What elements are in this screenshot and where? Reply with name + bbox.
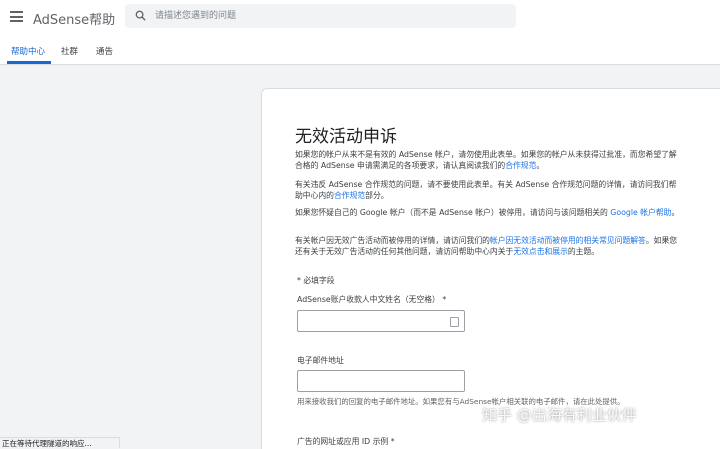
intro-paragraph: 如果您的帐户从来不是有效的 AdSense 帐户，请勿使用此表单。如果您的帐户从… (295, 149, 680, 171)
faq-link[interactable]: 帐户因无效活动而被停用的相关常见问题解答 (490, 236, 646, 245)
tab-bar: 帮助中心 社群 通告 (0, 36, 720, 65)
name-field[interactable] (297, 310, 465, 332)
tab-help-center[interactable]: 帮助中心 (11, 45, 45, 57)
name-input[interactable] (302, 312, 456, 332)
google-account-help-link[interactable]: Google 帐户帮助 (610, 208, 671, 217)
search-input[interactable] (155, 7, 505, 25)
google-account-paragraph: 如果您怀疑自己的 Google 帐户（而不是 AdSense 帐户）被停用，请访… (295, 207, 680, 218)
intro-text-end: 。 (536, 161, 545, 170)
page-title: 无效活动申诉 (295, 127, 397, 147)
required-note: * 必填字段 (297, 276, 335, 285)
search-box[interactable] (125, 4, 516, 28)
url-field-label: 广告的网址或应用 ID 示例 * (297, 437, 395, 446)
email-field[interactable] (297, 370, 465, 392)
top-app-bar: AdSense帮助 (0, 0, 720, 36)
intro-text: 如果您的帐户从来不是有效的 AdSense 帐户，请勿使用此表单。如果您的帐户从… (295, 150, 677, 170)
app-title[interactable]: AdSense帮助 (33, 9, 115, 28)
policy-text-end: 部分。 (365, 191, 389, 200)
browser-status-bar: 正在等待代理隧道的响应... (0, 437, 120, 448)
invalid-clicks-link[interactable]: 无效点击和展示 (513, 247, 568, 256)
policy-link-2[interactable]: 合作规范 (334, 191, 365, 200)
faq-text: 有关帐户因无效广告活动而被停用的详情，请访问我们的 (295, 236, 490, 245)
active-tab-indicator (7, 61, 51, 64)
appeal-form-card: 无效活动申诉 如果您的帐户从来不是有效的 AdSense 帐户，请勿使用此表单。… (261, 88, 720, 449)
watermark: 知乎 @出海有利业伙伴 (482, 406, 637, 424)
search-icon (135, 10, 146, 21)
email-input[interactable] (302, 372, 456, 392)
policy-paragraph: 有关违反 AdSense 合作规范的问题，请不要使用此表单。有关 AdSense… (295, 179, 680, 201)
tab-community[interactable]: 社群 (61, 45, 78, 57)
faq-text-end: 的主题。 (567, 247, 600, 256)
email-field-label: 电子邮件地址 (297, 356, 344, 365)
faq-paragraph: 有关帐户因无效广告活动而被停用的详情，请访问我们的帐户因无效活动而被停用的相关常… (295, 235, 680, 257)
name-field-label: AdSense账户收款人中文姓名（无空格） * (297, 295, 447, 304)
policy-link-1[interactable]: 合作规范 (505, 161, 536, 170)
tab-announcements[interactable]: 通告 (96, 45, 113, 57)
google-account-text-end: 。 (671, 208, 680, 217)
google-account-text: 如果您怀疑自己的 Google 帐户（而不是 AdSense 帐户）被停用，请访… (295, 208, 611, 217)
keyboard-icon[interactable] (450, 317, 459, 327)
hamburger-menu-icon[interactable] (10, 11, 23, 22)
